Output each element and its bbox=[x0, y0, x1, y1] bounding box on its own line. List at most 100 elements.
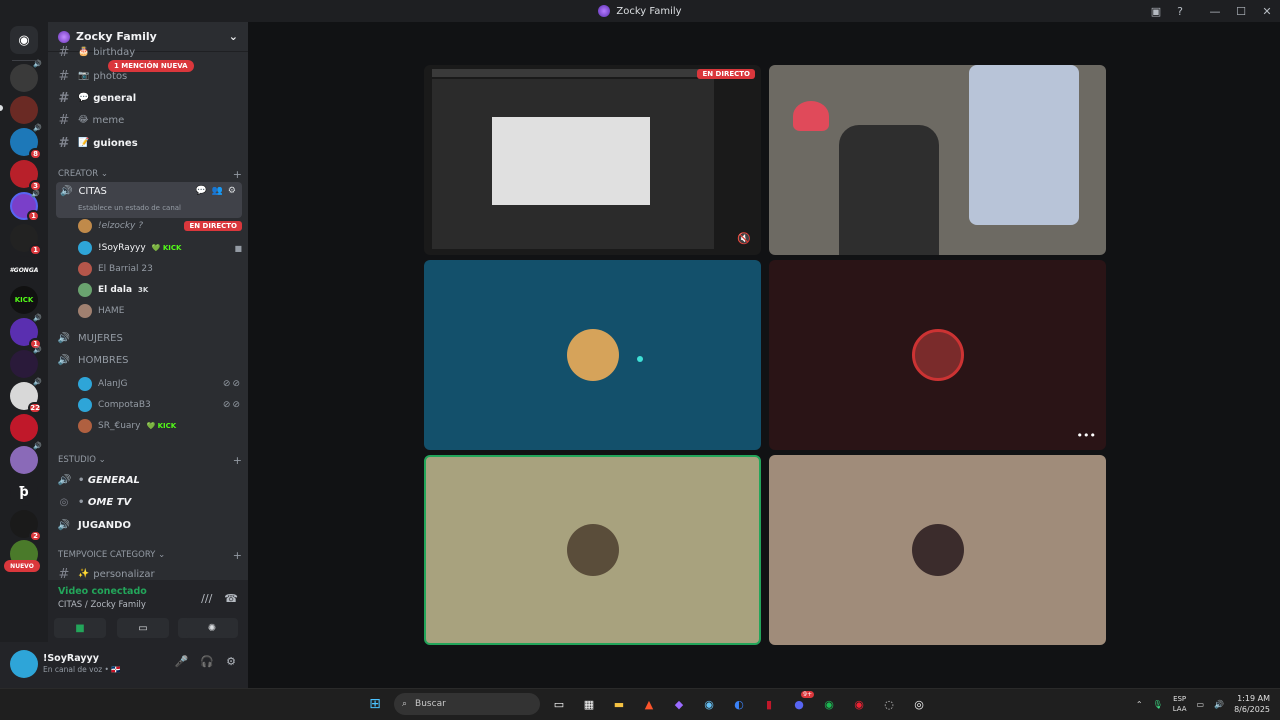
taskbar: ⊞ ⌕ Buscar ▭ ▦ ▬ ▲ ◆ ◉ ◐ ▮ ● 9+ ◉ ◉ ◌ ◎ ⌃ … bbox=[0, 688, 1280, 720]
channel-guiones[interactable]: # 📝 guiones bbox=[56, 133, 242, 153]
inbox-icon[interactable]: ▣ bbox=[1144, 5, 1168, 18]
voice-user[interactable]: SR_€uary 💚 KICK bbox=[78, 416, 242, 436]
add-channel-icon[interactable]: + bbox=[233, 454, 242, 467]
gear-icon[interactable]: ⚙ bbox=[226, 655, 236, 668]
add-channel-icon[interactable]: + bbox=[233, 168, 242, 181]
channel-birthday[interactable]: # 🎂 birthday bbox=[56, 46, 242, 58]
server-icon[interactable]: 1 bbox=[10, 224, 42, 256]
category-creator[interactable]: CREATOR ⌄ + bbox=[58, 167, 242, 181]
server-icon[interactable]: 🔊 bbox=[10, 346, 42, 378]
gear-icon[interactable]: ⚙ bbox=[228, 186, 236, 196]
hash-icon: # bbox=[58, 68, 70, 84]
voice-user[interactable]: CompotaB3 ⊘⊘ bbox=[78, 395, 242, 415]
soundboard-button[interactable]: ✺ bbox=[186, 618, 238, 638]
category-tempvoice[interactable]: TEMPVOICE CATEGORY ⌄ + bbox=[58, 548, 242, 562]
voice-user[interactable]: !SoyRayyy 💚 KICK ■ bbox=[78, 238, 242, 258]
spotify-icon[interactable]: ◉ bbox=[818, 693, 840, 715]
voice-channel-hombres[interactable]: 🔊 HOMBRES bbox=[56, 350, 242, 370]
minimize-button[interactable]: — bbox=[1202, 5, 1228, 18]
camera-button[interactable]: ■ bbox=[54, 618, 106, 638]
server-icon[interactable] bbox=[10, 96, 38, 124]
brave-icon[interactable]: ▲ bbox=[638, 693, 660, 715]
server-icon[interactable] bbox=[10, 414, 38, 442]
server-icon[interactable]: 🔊 bbox=[10, 60, 42, 92]
app-icon[interactable]: ◉ bbox=[848, 693, 870, 715]
camera-tile[interactable] bbox=[769, 65, 1106, 255]
volume-icon[interactable]: 🔊 bbox=[1214, 700, 1224, 709]
connection-status[interactable]: Video conectado bbox=[58, 586, 147, 597]
app-icon[interactable]: ◐ bbox=[728, 693, 750, 715]
channel-personalizar[interactable]: # ✨ personalizar bbox=[56, 564, 242, 581]
muted-speaker-icon[interactable]: 🔇 bbox=[737, 232, 751, 245]
share-screen-button[interactable]: ▭ bbox=[117, 618, 169, 638]
cursor-dot bbox=[637, 356, 643, 362]
copilot-icon[interactable]: ◆ bbox=[668, 693, 690, 715]
participant-tile[interactable]: ••• bbox=[769, 260, 1106, 450]
person-shape bbox=[969, 65, 1079, 225]
server-icon[interactable]: 🔊 22 bbox=[10, 378, 42, 414]
voice-user[interactable]: El dala 3K bbox=[78, 280, 242, 300]
participant-tile[interactable] bbox=[769, 455, 1106, 645]
channel-meme[interactable]: # 😂 meme bbox=[56, 110, 242, 130]
stream-tile[interactable]: EN DIRECTO 🔇 bbox=[424, 65, 761, 255]
server-icon[interactable]: 🔊 1 bbox=[10, 314, 42, 350]
taskbar-search[interactable]: ⌕ Buscar bbox=[394, 693, 540, 715]
participant-tile[interactable] bbox=[424, 260, 761, 450]
help-icon[interactable]: ? bbox=[1168, 5, 1192, 18]
microphone-icon[interactable]: 🎙 bbox=[1153, 700, 1163, 709]
window-title: Zocky Family bbox=[598, 5, 682, 17]
new-mention-banner[interactable]: 1 MENCIÓN NUEVA bbox=[108, 60, 194, 72]
discord-taskbar-icon[interactable]: ● 9+ bbox=[788, 691, 814, 715]
microphone-icon[interactable]: 🎤 bbox=[175, 655, 189, 668]
windows-start-icon[interactable]: ⊞ bbox=[364, 693, 386, 715]
voice-user[interactable]: AlanJG ⊘⊘ bbox=[78, 374, 242, 394]
server-icon[interactable]: 2 bbox=[10, 510, 42, 542]
app-icon[interactable]: ◌ bbox=[878, 693, 900, 715]
maximize-button[interactable]: ☐ bbox=[1228, 5, 1254, 18]
disconnect-icon[interactable]: ☎ bbox=[224, 592, 238, 605]
server-icon[interactable]: ꝥ bbox=[10, 478, 38, 506]
voice-channel-jugando[interactable]: 🔊 JUGANDO bbox=[56, 515, 242, 535]
connection-location[interactable]: CITAS / Zocky Family bbox=[58, 600, 146, 610]
voice-user[interactable]: HAME bbox=[78, 301, 242, 321]
add-channel-icon[interactable]: + bbox=[233, 549, 242, 562]
server-icon[interactable]: 🔊 1 bbox=[10, 190, 40, 222]
close-button[interactable]: ✕ bbox=[1254, 5, 1280, 18]
add-member-icon[interactable]: 👥 bbox=[212, 186, 223, 196]
voice-user[interactable]: El Barrial 23 bbox=[78, 259, 242, 279]
network-icon[interactable]: ▭ bbox=[1197, 700, 1205, 709]
muted-icon: ⊘⊘ bbox=[222, 379, 242, 389]
server-icon[interactable]: 3 bbox=[10, 160, 42, 192]
task-view-icon[interactable]: ▭ bbox=[548, 693, 570, 715]
chat-icon[interactable]: 💬 bbox=[195, 186, 206, 196]
participant-tile-speaking[interactable] bbox=[424, 455, 761, 645]
clock[interactable]: 1:19 AM 8/6/2025 bbox=[1234, 693, 1270, 715]
app-icon[interactable]: ▮ bbox=[758, 693, 780, 715]
voice-channel-citas[interactable]: 🔊 CITAS Establece un estado de canal 💬 👥 ⚙ bbox=[56, 182, 242, 218]
steam-icon[interactable]: ◉ bbox=[698, 693, 720, 715]
file-explorer-icon[interactable]: ▬ bbox=[608, 693, 630, 715]
window-titlebar: Zocky Family ▣ ? — ☐ ✕ bbox=[0, 0, 1280, 22]
channel-general[interactable]: # 💬 general bbox=[56, 88, 242, 108]
app-icon[interactable]: ◎ bbox=[908, 693, 930, 715]
avatar[interactable] bbox=[10, 650, 38, 678]
server-icon-kick[interactable]: KICK bbox=[10, 286, 38, 314]
channel-status[interactable]: Establece un estado de canal bbox=[78, 204, 181, 212]
headphones-icon[interactable]: 🎧 bbox=[200, 655, 214, 668]
discord-home-icon[interactable]: ◉ bbox=[10, 26, 38, 54]
username[interactable]: !SoyRayyy bbox=[43, 653, 99, 664]
store-icon[interactable]: ▦ bbox=[578, 693, 600, 715]
stage-icon: ◎ bbox=[59, 496, 69, 508]
noise-suppression-icon[interactable]: ∕∕∕ bbox=[201, 592, 212, 605]
server-icon-gonga[interactable]: #GONGA bbox=[10, 256, 38, 284]
voice-user[interactable]: !elzocky ? EN DIRECTO bbox=[78, 216, 242, 236]
more-options-icon[interactable]: ••• bbox=[1077, 429, 1096, 442]
voice-channel-mujeres[interactable]: 🔊 MUJERES bbox=[56, 328, 242, 348]
language-indicator[interactable]: ESP LAA bbox=[1173, 694, 1187, 714]
voice-channel-general[interactable]: 🔊 • GENERAL bbox=[56, 470, 242, 490]
server-icon[interactable]: 🔊 8 bbox=[10, 124, 42, 160]
stage-channel-ome-tv[interactable]: ◎ • OME TV bbox=[56, 492, 242, 512]
chevron-up-icon[interactable]: ⌃ bbox=[1136, 700, 1143, 709]
server-icon[interactable]: 🔊 bbox=[10, 442, 42, 474]
category-estudio[interactable]: ESTUDIO ⌄ + bbox=[58, 453, 242, 467]
